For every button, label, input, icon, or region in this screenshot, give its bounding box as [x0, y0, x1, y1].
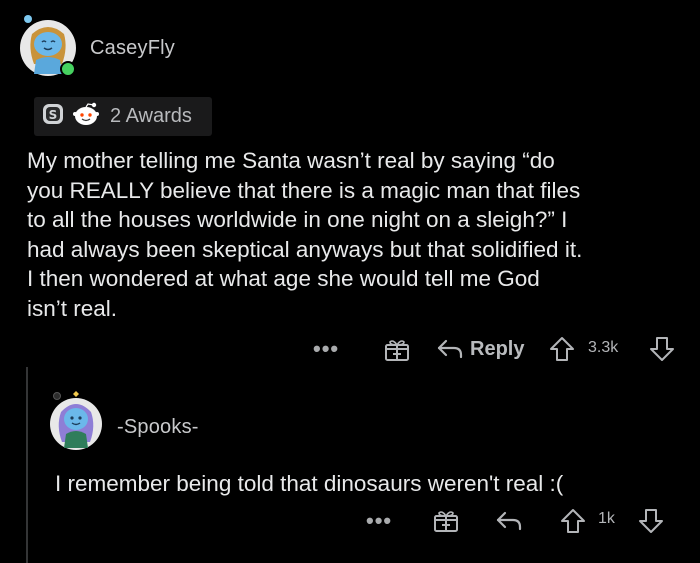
- upvote-button[interactable]: [560, 508, 586, 534]
- username[interactable]: -Spooks-: [117, 416, 199, 439]
- downvote-button[interactable]: [649, 336, 675, 362]
- reply-button[interactable]: [495, 509, 523, 533]
- comment-line: isn’t real.: [27, 295, 118, 321]
- wholesome-award-icon: [72, 101, 100, 132]
- avatar[interactable]: [46, 390, 104, 450]
- svg-text:S: S: [49, 108, 58, 122]
- vote-score: 1k: [598, 510, 615, 527]
- gift-icon: [385, 340, 409, 361]
- downvote-arrow-icon: [650, 337, 674, 361]
- comment-body: I remember being told that dinosaurs wer…: [55, 471, 564, 496]
- thread-line[interactable]: [26, 367, 28, 563]
- reply-button[interactable]: Reply: [436, 337, 524, 361]
- snoo-avatar-icon: [20, 15, 76, 77]
- reply-label: Reply: [470, 337, 525, 360]
- downvote-button[interactable]: [638, 508, 664, 534]
- comment-line: you REALLY believe that there is a magic…: [27, 177, 581, 203]
- upvote-arrow-icon: [550, 337, 574, 361]
- more-options-button[interactable]: •••: [366, 508, 392, 534]
- comment-line: had always been skeptical anyways but th…: [27, 236, 583, 262]
- give-award-button[interactable]: [384, 338, 410, 362]
- reply-arrow-icon: [496, 511, 522, 531]
- upvote-button[interactable]: [549, 336, 575, 362]
- comment-body: My mother telling me Santa wasn’t real b…: [27, 146, 687, 323]
- downvote-arrow-icon: [639, 509, 663, 533]
- vote-score: 3.3k: [588, 339, 619, 356]
- give-award-button[interactable]: [433, 509, 459, 533]
- gift-icon: [434, 511, 458, 532]
- username[interactable]: CaseyFly: [90, 37, 175, 60]
- reply-arrow-icon: [437, 339, 463, 359]
- awards-chip[interactable]: S 2 Awards: [34, 97, 212, 136]
- snoo-avatar-icon: [50, 391, 102, 450]
- more-options-button[interactable]: •••: [313, 336, 339, 362]
- awards-count: 2 Awards: [110, 105, 192, 127]
- upvote-arrow-icon: [561, 509, 585, 533]
- comment-line: to all the houses worldwide in one night…: [27, 207, 568, 232]
- avatar[interactable]: [18, 14, 76, 77]
- comment-line: My mother telling me Santa wasn’t real b…: [27, 148, 555, 173]
- comment-line: I then wondered at what age she would te…: [27, 266, 540, 291]
- silver-award-icon: S: [42, 103, 64, 130]
